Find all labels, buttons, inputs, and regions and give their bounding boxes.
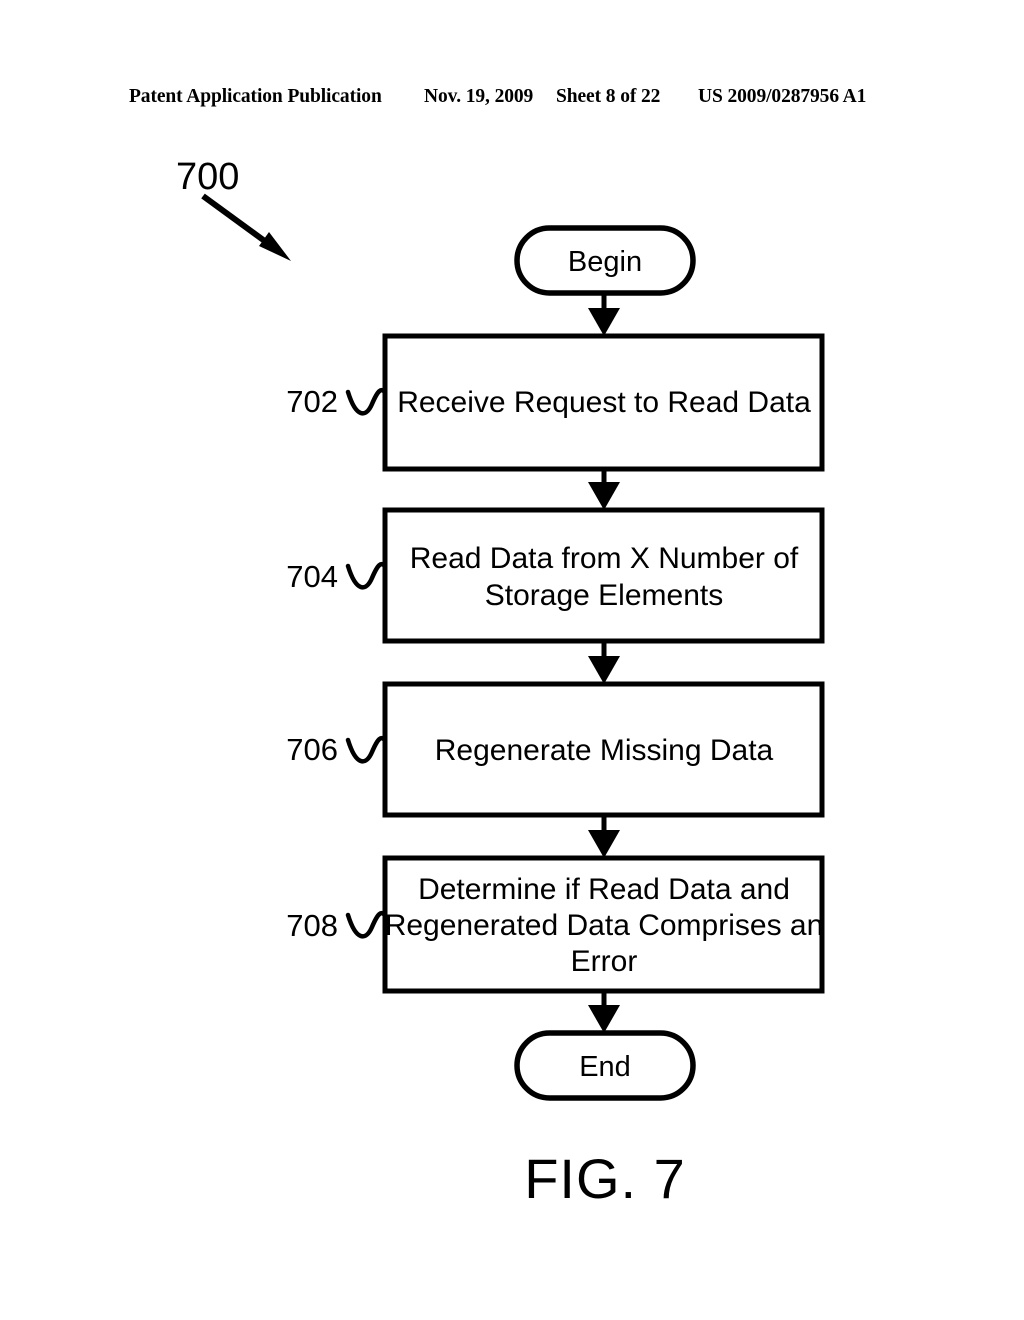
flow-node-begin-label: Begin [568,246,642,278]
connector-708-to-end [588,991,620,1033]
reference-callout-704: 704 [286,559,388,594]
flow-node-702-line-1: Receive Request to Read Data [397,386,811,419]
flow-node-begin: Begin [514,225,696,296]
flowchart-diagram: 700 Begin Receive Request to Read Data 7… [176,156,825,1210]
flow-node-706-line-1: Regenerate Missing Data [435,734,774,767]
reference-callout-702: 702 [286,384,388,419]
flow-node-704-line-1: Read Data from X Number of [410,542,799,575]
flow-node-end: End [514,1030,696,1101]
connector-706-to-708 [588,815,620,858]
connector-704-to-706 [588,641,620,684]
flow-node-708-ref: 708 [286,908,338,943]
flow-node-end-label: End [579,1051,631,1083]
connector-702-to-704 [588,469,620,510]
flow-node-702-ref: 702 [286,384,338,419]
diagram-reference-arrow [201,193,291,261]
reference-callout-706: 706 [286,732,388,767]
reference-callout-708: 708 [286,908,388,943]
connector-begin-to-702 [588,293,620,336]
figure-caption: FIG. 7 [524,1147,686,1210]
flow-node-704: Read Data from X Number of Storage Eleme… [382,507,825,644]
flow-node-708-line-3: Error [571,945,638,978]
patent-figure-7: 700 Begin Receive Request to Read Data 7… [0,0,1024,1320]
flow-node-704-line-2: Storage Elements [485,579,723,612]
flow-node-702: Receive Request to Read Data [382,333,825,472]
flow-node-706-ref: 706 [286,732,338,767]
flow-node-708-line-1: Determine if Read Data and [418,873,790,906]
flow-node-708: Determine if Read Data and Regenerated D… [382,855,825,994]
diagram-reference-label: 700 [176,156,239,198]
flow-node-708-line-2: Regenerated Data Comprises an [385,909,824,942]
flow-node-704-ref: 704 [286,559,338,594]
flow-node-706: Regenerate Missing Data [382,681,825,818]
